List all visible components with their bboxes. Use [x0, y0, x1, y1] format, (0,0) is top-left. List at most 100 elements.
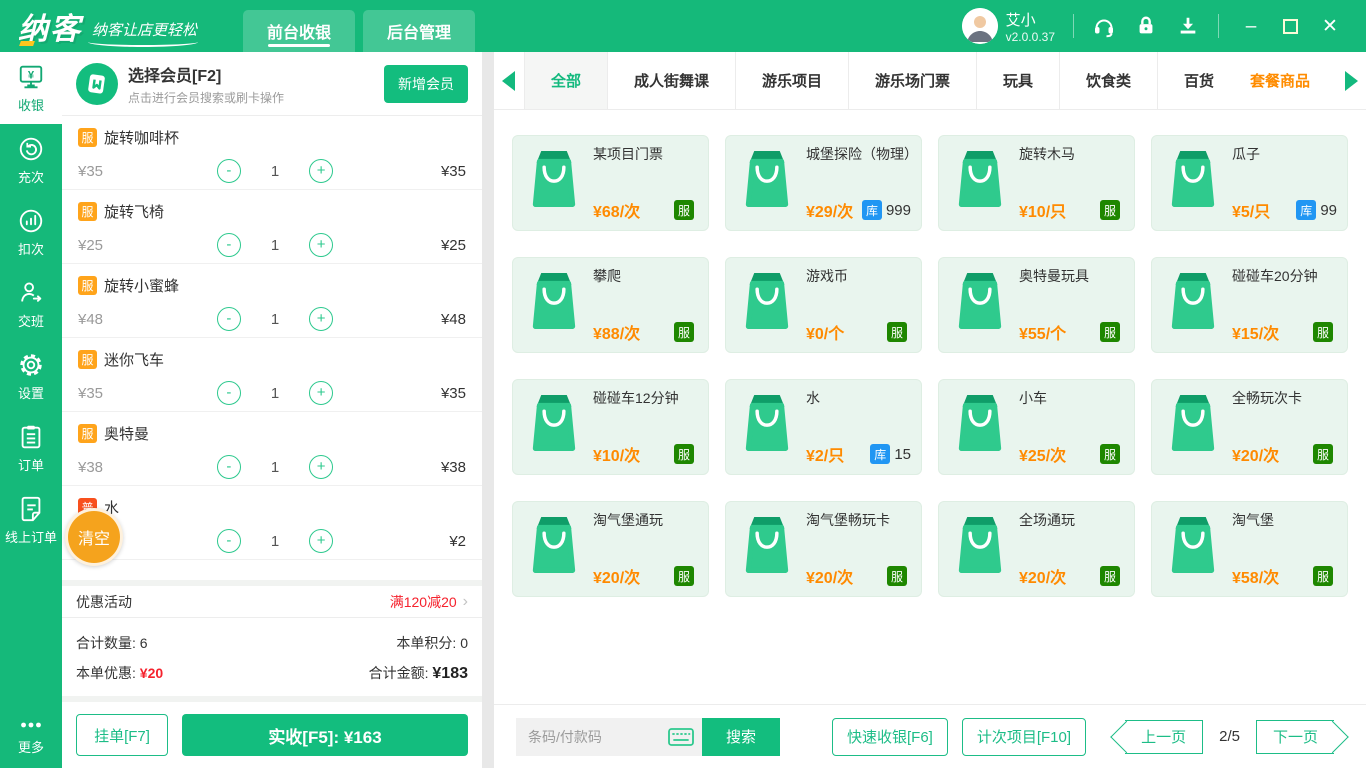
customer-service-icon[interactable] — [1092, 14, 1116, 38]
product-card[interactable]: 全场通玩 ¥20/次 服 — [938, 501, 1135, 597]
increase-qty-button[interactable]: + — [309, 381, 334, 405]
category-tab-food[interactable]: 饮食类 — [1059, 52, 1157, 109]
category-tab-rides[interactable]: 游乐项目 — [734, 52, 848, 109]
barcode-input[interactable] — [528, 728, 648, 745]
count-item-button[interactable]: 计次项目[F10] — [961, 717, 1087, 756]
tab-backend-admin[interactable]: 后台管理 — [363, 10, 476, 52]
product-price: ¥5/只 — [1232, 204, 1271, 221]
search-button[interactable]: 搜索 — [702, 717, 780, 756]
window-close-button[interactable]: ✕ — [1316, 17, 1344, 36]
prev-page-button[interactable]: 上一页 — [1125, 719, 1204, 754]
sidebar-item-more[interactable]: 更多 — [0, 706, 62, 768]
product-card[interactable]: 攀爬 ¥88/次 服 — [512, 257, 709, 353]
decrease-qty-button[interactable]: - — [216, 455, 241, 479]
product-card[interactable]: 城堡探险（物理） ¥29/次 库 999 — [725, 135, 922, 231]
checkout-button[interactable]: 实收[F5]: ¥163 — [182, 714, 468, 756]
product-name: 碰碰车20分钟 — [1232, 268, 1318, 284]
clear-cart-button[interactable]: 清空 — [65, 508, 123, 566]
decrease-qty-button[interactable]: - — [216, 529, 241, 553]
category-tab-park-tickets[interactable]: 游乐场门票 — [847, 52, 976, 109]
shopping-bag-icon — [1164, 148, 1222, 222]
product-card[interactable]: 瓜子 ¥5/只 库 99 — [1151, 135, 1348, 231]
keyboard-icon[interactable] — [668, 727, 694, 746]
add-member-button[interactable]: 新增会员 — [384, 64, 468, 103]
decrease-qty-button[interactable]: - — [216, 381, 241, 405]
next-page-button[interactable]: 下一页 — [1255, 719, 1334, 754]
sidebar-item-settings[interactable]: 设置 — [0, 340, 62, 412]
category-scroll-right-button[interactable] — [1336, 52, 1366, 109]
product-card[interactable]: 碰碰车12分钟 ¥10/次 服 — [512, 379, 709, 475]
product-card[interactable]: 奥特曼玩具 ¥55/个 服 — [938, 257, 1135, 353]
main-nav: 前台收银 后台管理 — [243, 10, 476, 52]
product-card[interactable]: 碰碰车20分钟 ¥15/次 服 — [1151, 257, 1348, 353]
sidebar-item-shift[interactable]: 交班 — [0, 268, 62, 340]
lock-icon[interactable] — [1134, 14, 1158, 38]
product-card[interactable]: 淘气堡通玩 ¥20/次 服 — [512, 501, 709, 597]
increase-qty-button[interactable]: + — [309, 307, 334, 331]
cart-item-total: ¥48 — [440, 310, 466, 328]
quick-cashier-button[interactable]: 快速收银[F6] — [832, 717, 948, 756]
user-info[interactable]: 艾小 v2.0.0.37 — [961, 8, 1055, 44]
increase-qty-button[interactable]: + — [309, 233, 334, 257]
product-card[interactable]: 游戏币 ¥0/个 服 — [725, 257, 922, 353]
quantity-stepper: - 1 + — [164, 233, 386, 257]
sidebar-item-online-orders[interactable]: 线上订单 — [0, 484, 62, 556]
svg-text:¥: ¥ — [28, 69, 35, 81]
download-icon[interactable] — [1176, 14, 1200, 38]
category-tab-dance[interactable]: 成人街舞课 — [606, 52, 735, 109]
brand: 纳客 纳客让店更轻松 — [0, 4, 217, 48]
sidebar-item-orders[interactable]: 订单 — [0, 412, 62, 484]
product-panel: 全部 成人街舞课 游乐项目 游乐场门票 玩具 饮食类 百货 套餐商品 某项目门票 — [494, 52, 1366, 768]
decrease-qty-button[interactable]: - — [216, 233, 241, 257]
sidebar-item-label: 订单 — [17, 458, 44, 473]
product-name: 城堡探险（物理） — [806, 146, 918, 162]
cart-item-qty: 1 — [270, 236, 280, 254]
shopping-bag-icon — [951, 148, 1009, 222]
product-card[interactable]: 淘气堡 ¥58/次 服 — [1151, 501, 1348, 597]
cart-item[interactable]: 服 旋转小蜜蜂 ¥48 - 1 + ¥48 — [62, 264, 482, 338]
product-card[interactable]: 全畅玩次卡 ¥20/次 服 — [1151, 379, 1348, 475]
window-maximize-button[interactable] — [1283, 18, 1298, 34]
decrease-qty-button[interactable]: - — [216, 159, 241, 183]
cart-item[interactable]: 服 迷你飞车 ¥35 - 1 + ¥35 — [62, 338, 482, 412]
category-tab-combo[interactable]: 套餐商品 — [1240, 52, 1336, 109]
divider — [1218, 14, 1219, 38]
product-card[interactable]: 某项目门票 ¥68/次 服 — [512, 135, 709, 231]
member-card-icon — [76, 62, 118, 105]
sidebar-item-label: 扣次 — [17, 242, 44, 257]
product-card[interactable]: 小车 ¥25/次 服 — [938, 379, 1135, 475]
decrease-qty-button[interactable]: - — [216, 307, 241, 331]
tab-front-cashier[interactable]: 前台收银 — [243, 10, 356, 52]
promo-row[interactable]: 优惠活动 满120减20 › — [62, 580, 482, 618]
pagination: 上一页 2/5 下一页 — [1115, 719, 1344, 754]
sidebar-item-label: 设置 — [17, 386, 44, 401]
member-select[interactable]: 选择会员[F2] 点击进行会员搜索或刷卡操作 新增会员 — [62, 52, 482, 116]
cart-item[interactable]: 服 旋转咖啡杯 ¥35 - 1 + ¥35 — [62, 116, 482, 190]
product-card[interactable]: 淘气堡畅玩卡 ¥20/次 服 — [725, 501, 922, 597]
cart-item-total: ¥38 — [440, 458, 466, 476]
sidebar-item-recharge[interactable]: 充次 — [0, 124, 62, 196]
product-grid: 某项目门票 ¥68/次 服 城堡探险（物理） ¥29/次 库 999 旋转木马 … — [494, 110, 1366, 704]
category-scroll-left-button[interactable] — [494, 52, 524, 109]
increase-qty-button[interactable]: + — [309, 529, 334, 553]
category-tab-toys[interactable]: 玩具 — [976, 52, 1059, 109]
sidebar-item-cashier[interactable]: ¥ 收银 — [0, 52, 62, 124]
increase-qty-button[interactable]: + — [309, 455, 334, 479]
category-tab-all[interactable]: 全部 — [523, 52, 607, 109]
top-bar: 纳客 纳客让店更轻松 前台收银 后台管理 艾小 v2.0.0.37 – ✕ — [0, 0, 1366, 52]
product-name: 全场通玩 — [1019, 512, 1075, 528]
cart-item[interactable]: 普 水 ¥2 - 1 + ¥2 — [62, 486, 482, 560]
increase-qty-button[interactable]: + — [309, 159, 334, 183]
cart-item[interactable]: 服 奥特曼 ¥38 - 1 + ¥38 — [62, 412, 482, 486]
sidebar-item-deduct[interactable]: 扣次 — [0, 196, 62, 268]
quantity-stepper: - 1 + — [164, 307, 386, 331]
category-tab-general[interactable]: 百货 — [1157, 52, 1240, 109]
product-card[interactable]: 水 ¥2/只 库 15 — [725, 379, 922, 475]
product-name: 淘气堡畅玩卡 — [806, 512, 890, 528]
window-minimize-button[interactable]: – — [1237, 17, 1265, 36]
sidebar-item-label: 线上订单 — [4, 530, 57, 545]
member-select-title: 选择会员[F2] — [128, 67, 222, 85]
hold-order-button[interactable]: 挂单[F7] — [76, 714, 168, 756]
product-card[interactable]: 旋转木马 ¥10/只 服 — [938, 135, 1135, 231]
cart-item[interactable]: 服 旋转飞椅 ¥25 - 1 + ¥25 — [62, 190, 482, 264]
